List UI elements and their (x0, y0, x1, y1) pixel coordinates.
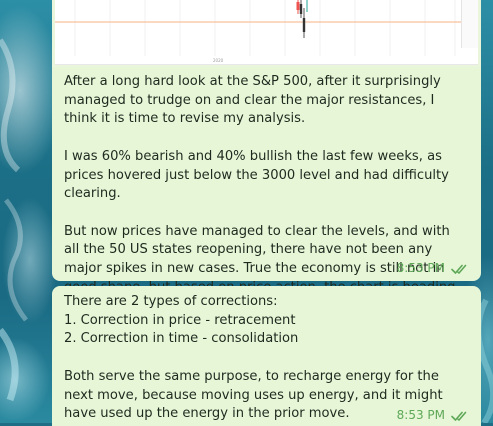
message-paragraph: I was 60% bearish and 40% bullish the la… (64, 148, 454, 202)
x-axis-labels: 2020 (213, 58, 224, 63)
double-check-icon (451, 264, 467, 274)
x-tick-5: 2020 (213, 58, 224, 63)
chart-thumbnail-graphic: 2020 (55, 0, 462, 63)
message-paragraph: After a long hard look at the S&P 500, a… (64, 74, 445, 127)
price-axis (461, 0, 478, 48)
chart-grid (74, 0, 456, 56)
chart-thumbnail[interactable]: 2020 (55, 0, 478, 65)
candles (296, 0, 308, 38)
message-paragraph: There are 2 types of corrections: 1. Cor… (64, 294, 299, 347)
message-meta: 8:53 PM (397, 259, 471, 278)
message-bubble[interactable]: There are 2 types of corrections: 1. Cor… (52, 286, 481, 426)
chart-image-message[interactable]: 2020 (52, 0, 481, 67)
message-time: 8:53 PM (396, 408, 445, 423)
message-time: 8:53 PM (396, 261, 445, 276)
message-bubble[interactable]: After a long hard look at the S&P 500, a… (52, 67, 481, 313)
double-check-icon (451, 411, 467, 421)
message-meta: 8:53 PM (397, 406, 471, 425)
